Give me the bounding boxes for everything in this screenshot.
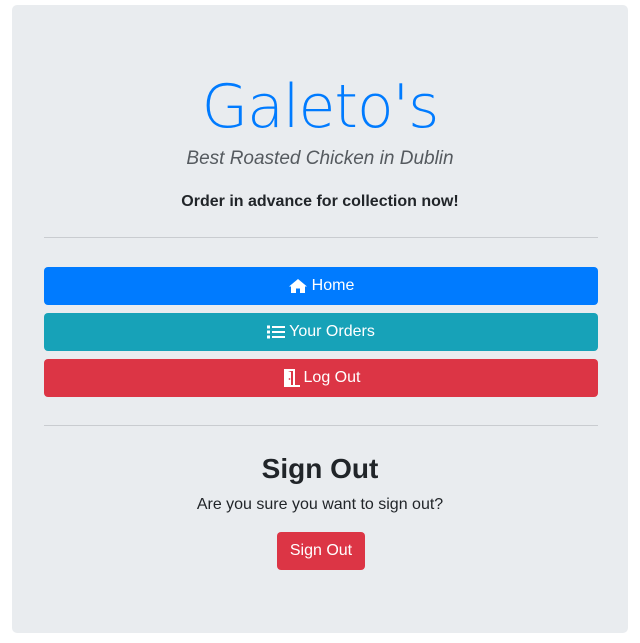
log-out-button[interactable]: Log Out: [44, 359, 598, 397]
home-icon: [288, 278, 308, 294]
order-cta-text: Order in advance for collection now!: [181, 193, 459, 210]
home-button-label: Home: [311, 277, 355, 294]
list-icon: [267, 324, 286, 340]
home-button[interactable]: Home: [44, 267, 598, 305]
door-exit-icon: [282, 369, 300, 387]
your-orders-button-label: Your Orders: [289, 323, 375, 340]
jumbotron-panel: Galeto's Best Roasted Chicken in Dublin …: [12, 5, 628, 633]
sign-out-button[interactable]: Sign Out: [277, 532, 365, 570]
tagline: Best Roasted Chicken in Dublin: [186, 148, 454, 169]
signout-message: Are you sure you want to sign out?: [196, 496, 444, 513]
top-divider: [44, 237, 598, 238]
bottom-divider: [44, 425, 598, 426]
your-orders-button[interactable]: Your Orders: [44, 313, 598, 351]
signout-heading: Sign Out: [261, 453, 379, 484]
log-out-button-label: Log Out: [303, 369, 361, 386]
brand-title: Galeto's: [201, 72, 440, 142]
